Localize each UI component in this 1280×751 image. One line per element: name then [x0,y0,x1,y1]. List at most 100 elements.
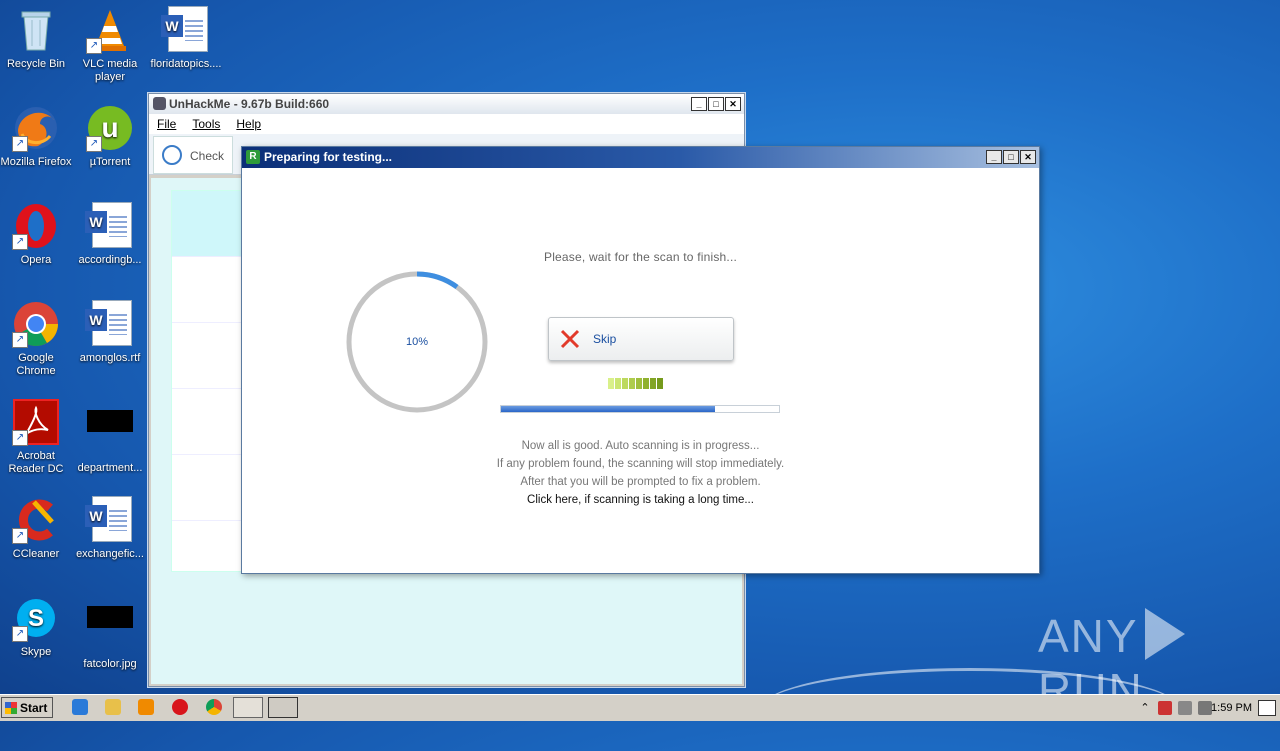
desktop-icon-skype[interactable]: S ↗ Skype [0,594,74,659]
close-button[interactable]: ✕ [1020,150,1036,164]
menu-tools[interactable]: Tools [192,114,220,134]
internet-explorer-icon[interactable] [72,699,88,715]
desktop-icon-vlc[interactable]: ↗ VLC media player [72,6,148,84]
desktop-icon-label: amonglos.rtf [79,352,141,364]
system-tray: ⌃ [1138,698,1212,718]
list-item[interactable] [172,389,252,455]
chrome-icon[interactable] [206,699,222,715]
skip-button[interactable]: Skip [548,317,734,361]
desktop-icon-google-chrome[interactable]: ↗ Google Chrome [0,300,74,378]
show-desktop-button[interactable] [1258,700,1276,716]
word-document-icon [85,496,134,544]
desktop-icon-label: Google Chrome [16,352,56,377]
windows-logo-icon [5,702,17,714]
activity-segment [608,378,614,389]
list-item[interactable] [172,257,252,323]
desktop-icon-opera[interactable]: ↗ Opera [0,202,74,267]
scan-progress-bar [500,405,780,413]
desktop-icon-label: exchangefic... [76,548,144,560]
image-file-icon [86,606,134,654]
dialog-titlebar[interactable]: R Preparing for testing... _ □ ✕ [242,147,1039,168]
minimize-button[interactable]: _ [986,150,1002,164]
menu-help[interactable]: Help [236,114,261,134]
unhackme-titlebar[interactable]: UnHackMe - 9.67b Build:660 _ □ ✕ [149,94,744,114]
desktop-icon-firefox[interactable]: ↗ Mozilla Firefox [0,104,74,169]
shortcut-arrow-icon: ↗ [12,136,28,152]
desktop-icon-label: Skype [20,646,52,658]
desktop-icon-ccleaner[interactable]: ↗ CCleaner [0,496,74,561]
opera-icon[interactable] [172,699,188,715]
unhackme-app-icon [153,97,166,110]
desktop-icon-label: CCleaner [12,548,60,560]
preparing-dialog[interactable]: R Preparing for testing... _ □ ✕ Please,… [241,146,1040,574]
desktop-icon-acrobat-reader[interactable]: ↗ Acrobat Reader DC [0,398,74,476]
check-button[interactable]: Check [153,136,233,174]
shortcut-arrow-icon: ↗ [12,430,28,446]
network-icon[interactable] [1178,701,1192,715]
shortcut-arrow-icon: ↗ [12,626,28,642]
shortcut-arrow-icon: ↗ [86,38,102,54]
list-item[interactable] [172,323,252,389]
activity-segment [643,378,649,389]
word-document-icon [85,300,134,348]
desktop-icon-label: Recycle Bin [6,58,66,70]
desktop-icon-label: µTorrent [89,156,131,168]
chevron-up-icon[interactable]: ⌃ [1138,701,1152,715]
watermark-text: ANY [1038,610,1139,662]
desktop-icon-label: accordingb... [78,254,142,266]
ccleaner-icon: ↗ [12,496,60,544]
maximize-button[interactable]: □ [1003,150,1019,164]
desktop-icon-accordingb[interactable]: accordingb... [72,202,148,267]
desktop-icon-label: Opera [20,254,52,266]
volume-icon[interactable] [1198,701,1212,715]
progress-percent-label: 10% [405,336,429,348]
taskbar-unhackme[interactable] [233,697,263,718]
desktop-icon-utorrent[interactable]: u ↗ µTorrent [72,104,148,169]
desktop-icon-amonglos[interactable]: amonglos.rtf [72,300,148,365]
check-button-label: Check [190,149,225,163]
status-line: If any problem found, the scanning will … [496,458,785,470]
close-button[interactable]: ✕ [725,97,741,111]
media-player-icon[interactable] [138,699,154,715]
shortcut-arrow-icon: ↗ [86,136,102,152]
minimize-button[interactable]: _ [691,97,707,111]
long-time-link[interactable]: Click here, if scanning is taking a long… [242,494,1039,506]
desktop-icon-floridatopics[interactable]: floridatopics.... [148,6,224,71]
firefox-icon: ↗ [12,104,60,152]
activity-segment [650,378,656,389]
start-label: Start [20,701,48,715]
activity-indicator [608,378,663,389]
skip-button-label: Skip [593,332,617,346]
svg-text:u: u [101,112,118,143]
dialog-title: Preparing for testing... [264,150,393,164]
activity-segment [629,378,635,389]
action-center-icon[interactable] [1158,701,1172,715]
file-explorer-icon[interactable] [105,699,121,715]
play-icon [1144,608,1185,660]
wait-message: Please, wait for the scan to finish... [543,250,738,264]
menu-bar: File Tools Help [149,114,744,134]
list-item[interactable] [172,455,252,521]
shortcut-arrow-icon: ↗ [12,528,28,544]
taskbar-preparing-dialog[interactable] [268,697,298,718]
desktop-icon-label: VLC media player [82,58,138,83]
utorrent-icon: u ↗ [86,104,134,152]
desktop-icon-exchangefic[interactable]: exchangefic... [72,496,148,561]
status-line: After that you will be prompted to fix a… [520,476,761,488]
menu-file[interactable]: File [157,114,176,134]
taskbar: Start ⌃ 1:59 PM [0,694,1280,721]
scan-progress-fill [501,406,716,412]
desktop-icon-department[interactable]: department... [72,398,148,475]
vlc-icon: ↗ [86,6,134,54]
desktop-icon-label: floridatopics.... [150,58,222,70]
maximize-button[interactable]: □ [708,97,724,111]
activity-segment [636,378,642,389]
desktop-icon-recycle-bin[interactable]: Recycle Bin [0,6,74,71]
start-button[interactable]: Start [1,697,53,718]
opera-icon: ↗ [12,202,60,250]
clock[interactable]: 1:59 PM [1211,695,1252,721]
shortcut-arrow-icon: ↗ [12,332,28,348]
desktop-icon-label: fatcolor.jpg [83,658,137,670]
list-item[interactable] [172,191,252,257]
desktop-icon-fatcolor[interactable]: fatcolor.jpg [72,594,148,671]
